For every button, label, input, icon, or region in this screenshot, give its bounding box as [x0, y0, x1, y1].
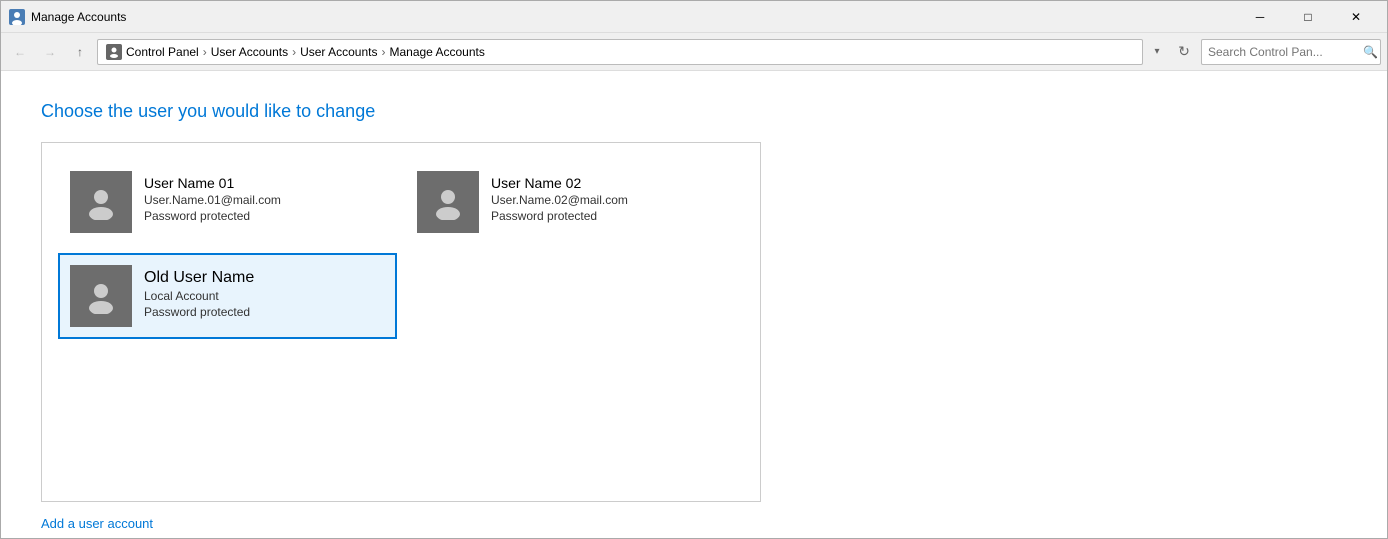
address-path[interactable]: Control Panel › User Accounts › User Acc… [97, 39, 1143, 65]
path-segment-1: Control Panel [126, 45, 199, 59]
back-button[interactable]: ← [7, 39, 33, 65]
path-segment-4: Manage Accounts [389, 45, 484, 59]
window-title: Manage Accounts [31, 10, 1237, 24]
forward-button[interactable]: → [37, 39, 63, 65]
window-controls: ─ □ ✕ [1237, 1, 1379, 33]
account-info-user02: User Name 02 User.Name.02@mail.com Passw… [491, 171, 628, 223]
account-status-user02: Password protected [491, 209, 628, 223]
account-status-user01: Password protected [144, 209, 281, 223]
path-segment-2: User Accounts [211, 45, 288, 59]
account-info-user01: User Name 01 User.Name.01@mail.com Passw… [144, 171, 281, 223]
maximize-button[interactable]: □ [1285, 1, 1331, 33]
minimize-button[interactable]: ─ [1237, 1, 1283, 33]
account-card-olduser[interactable]: Old User Name Local Account Password pro… [58, 253, 397, 339]
account-name-olduser: Old User Name [144, 269, 254, 287]
search-icon: 🔍 [1363, 45, 1378, 59]
close-button[interactable]: ✕ [1333, 1, 1379, 33]
address-bar: ← → ↑ Control Panel › User Accounts › Us… [1, 33, 1387, 71]
account-status-olduser: Password protected [144, 305, 254, 319]
path-sep-2: › [292, 45, 296, 59]
address-dropdown-button[interactable]: ▾ [1147, 39, 1167, 65]
content-area: Choose the user you would like to change… [1, 71, 1387, 538]
account-card-user01[interactable]: User Name 01 User.Name.01@mail.com Passw… [58, 159, 397, 245]
search-input[interactable] [1208, 45, 1363, 59]
account-email-user01: User.Name.01@mail.com [144, 193, 281, 207]
path-sep-1: › [203, 45, 207, 59]
account-email-user02: User.Name.02@mail.com [491, 193, 628, 207]
window-icon [9, 9, 25, 25]
page-title: Choose the user you would like to change [41, 101, 1347, 122]
up-button[interactable]: ↑ [67, 39, 93, 65]
account-card-user02[interactable]: User Name 02 User.Name.02@mail.com Passw… [405, 159, 744, 245]
refresh-button[interactable]: ↻ [1171, 39, 1197, 65]
path-icon [106, 44, 122, 60]
account-name-user01: User Name 01 [144, 175, 281, 191]
path-sep-3: › [381, 45, 385, 59]
account-avatar-user02 [417, 171, 479, 233]
account-info-olduser: Old User Name Local Account Password pro… [144, 265, 254, 319]
search-box: 🔍 [1201, 39, 1381, 65]
add-account-link[interactable]: Add a user account [41, 516, 153, 531]
path-segment-3: User Accounts [300, 45, 377, 59]
account-name-user02: User Name 02 [491, 175, 628, 191]
accounts-container: User Name 01 User.Name.01@mail.com Passw… [41, 142, 761, 502]
title-bar: Manage Accounts ─ □ ✕ [1, 1, 1387, 33]
account-avatar-user01 [70, 171, 132, 233]
account-email-olduser: Local Account [144, 289, 254, 303]
main-window: Manage Accounts ─ □ ✕ ← → ↑ Control Pane… [0, 0, 1388, 539]
account-avatar-olduser [70, 265, 132, 327]
